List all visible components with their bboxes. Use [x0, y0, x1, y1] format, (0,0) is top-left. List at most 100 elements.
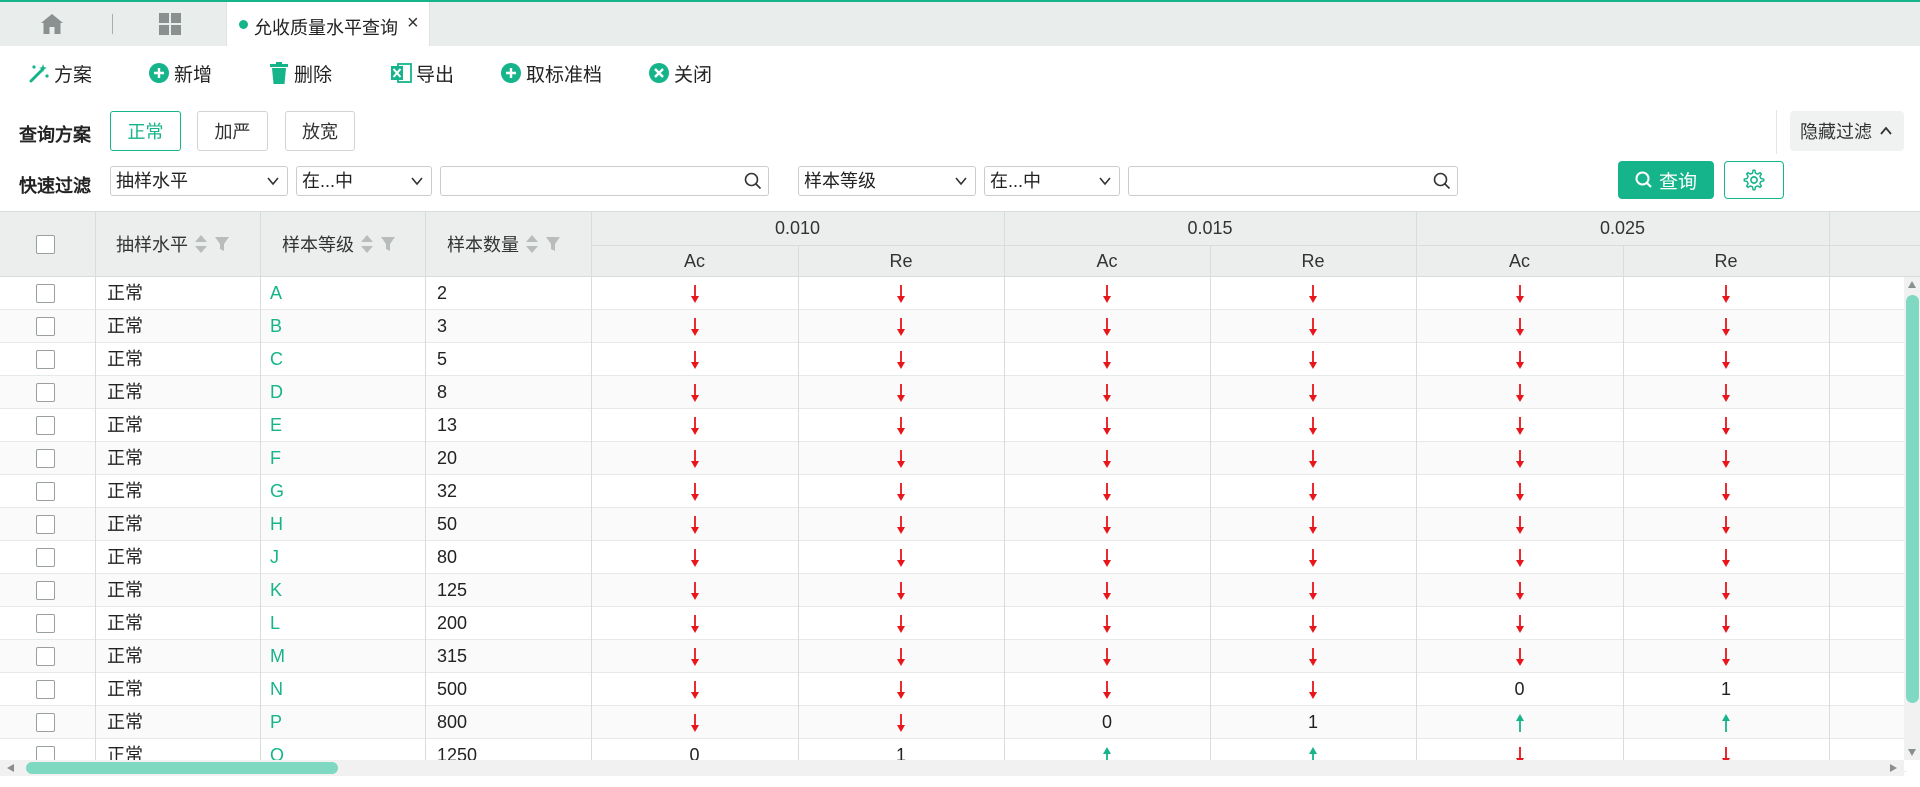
col-divider [1210, 277, 1211, 787]
settings-button[interactable] [1724, 161, 1784, 199]
header-count[interactable]: 样本数量 [427, 212, 591, 276]
row-checkbox[interactable] [36, 548, 55, 567]
export-label: 导出 [416, 64, 455, 86]
table-row[interactable]: 正常 G 32 [0, 475, 1906, 508]
filter-funnel-icon[interactable] [545, 235, 561, 253]
export-button[interactable]: 导出 [390, 60, 454, 86]
arrow-down-icon [1722, 483, 1730, 501]
filter2-operator-select[interactable]: 在...中 [984, 166, 1120, 196]
scheme-button[interactable]: 方案 [28, 60, 92, 86]
query-button[interactable]: 查询 [1618, 161, 1714, 199]
row-checkbox[interactable] [36, 713, 55, 732]
mode-tightened-button[interactable]: 加严 [197, 111, 268, 151]
vertical-scroll-thumb[interactable] [1906, 295, 1919, 703]
table-row[interactable]: 正常 M 315 [0, 640, 1906, 673]
filter1-field-select[interactable]: 抽样水平 [110, 166, 288, 196]
mode-reduced-button[interactable]: 放宽 [285, 111, 355, 151]
cancel-standard-button[interactable]: 取标准档 [500, 60, 602, 86]
select-all-checkbox[interactable] [36, 235, 55, 254]
sort-icon[interactable] [360, 233, 374, 255]
row-checkbox[interactable] [36, 284, 55, 303]
table-row[interactable]: 正常 A 2 [0, 277, 1906, 310]
arrow-down-icon [1515, 384, 1524, 402]
filter-funnel-icon[interactable] [380, 235, 396, 253]
horizontal-scrollbar[interactable] [0, 760, 1904, 776]
table-row[interactable]: 正常 B 3 [0, 310, 1906, 343]
filter2-value-input[interactable] [1128, 166, 1458, 196]
scroll-left-icon[interactable] [6, 763, 16, 773]
tab-aql-query[interactable]: 允收质量水平查询 × [226, 2, 430, 47]
arrow-down-icon [1103, 285, 1111, 303]
close-button[interactable]: 关闭 [648, 60, 712, 86]
cell-level: 正常 [107, 283, 143, 303]
search-icon[interactable] [744, 172, 762, 190]
scroll-right-icon[interactable] [1888, 763, 1898, 773]
arrow-down-icon [690, 351, 699, 369]
header-group-0015: 0.015 [1187, 218, 1233, 238]
header-level[interactable]: 抽样水平 [96, 212, 260, 276]
arrow-down-icon [1103, 516, 1111, 534]
scheme-label: 方案 [54, 64, 93, 86]
tab-separator [112, 14, 113, 34]
delete-button[interactable]: 删除 [268, 60, 332, 86]
sort-icon[interactable] [194, 233, 208, 255]
scroll-up-icon[interactable] [1907, 280, 1917, 290]
row-checkbox[interactable] [36, 317, 55, 336]
row-checkbox[interactable] [36, 383, 55, 402]
filter1-operator-select[interactable]: 在...中 [296, 166, 432, 196]
arrow-down-icon [1722, 450, 1730, 468]
filter1-field-value: 抽样水平 [116, 171, 188, 191]
home-icon[interactable] [40, 13, 64, 35]
table-row[interactable]: 正常 C 5 [0, 343, 1906, 376]
table-row[interactable]: 正常 H 50 [0, 508, 1906, 541]
excel-icon [391, 63, 412, 83]
hide-filter-button[interactable]: 隐藏过滤 [1790, 111, 1904, 151]
table-row[interactable]: 正常 J 80 [0, 541, 1906, 574]
arrow-down-icon [1309, 483, 1317, 501]
header-grade[interactable]: 样本等级 [262, 212, 426, 276]
row-checkbox[interactable] [36, 416, 55, 435]
filter1-value-input[interactable] [440, 166, 769, 196]
header-re: Re [1714, 250, 1738, 271]
vertical-scrollbar[interactable] [1904, 277, 1920, 760]
filter2-field-select[interactable]: 样本等级 [798, 166, 976, 196]
row-checkbox[interactable] [36, 515, 55, 534]
close-label: 关闭 [674, 64, 713, 86]
cell-grade: K [270, 580, 283, 600]
horizontal-scroll-thumb[interactable] [26, 762, 338, 774]
arrow-down-icon [1103, 450, 1111, 468]
row-checkbox[interactable] [36, 581, 55, 600]
apps-grid-icon[interactable] [158, 13, 182, 35]
table-row[interactable]: 正常 D 8 [0, 376, 1906, 409]
col-divider [95, 277, 96, 787]
table-row[interactable]: 正常 N 500 0 1 [0, 673, 1906, 706]
header-group-0025: 0.025 [1599, 218, 1646, 238]
filter-funnel-icon[interactable] [214, 235, 230, 253]
table-row[interactable]: 正常 P 800 0 1 [0, 706, 1906, 739]
add-button[interactable]: 新增 [148, 60, 212, 86]
chevron-down-icon [267, 177, 279, 186]
row-checkbox[interactable] [36, 350, 55, 369]
table-row[interactable]: 正常 E 13 [0, 409, 1906, 442]
row-checkbox[interactable] [36, 680, 55, 699]
table-row[interactable]: 正常 L 200 [0, 607, 1906, 640]
row-checkbox[interactable] [36, 647, 55, 666]
row-checkbox[interactable] [36, 614, 55, 633]
cell-level: 正常 [107, 415, 143, 435]
arrow-down-icon [1309, 516, 1317, 534]
sort-icon[interactable] [525, 233, 539, 255]
arrow-down-icon [1722, 516, 1730, 534]
search-icon[interactable] [1433, 172, 1451, 190]
header-re: Re [1301, 250, 1325, 271]
row-checkbox[interactable] [36, 482, 55, 501]
scroll-down-icon[interactable] [1907, 747, 1917, 757]
arrow-down-icon [1722, 417, 1730, 435]
mode-normal-button[interactable]: 正常 [110, 111, 181, 151]
col-divider [1623, 245, 1624, 278]
table-row[interactable]: 正常 K 125 [0, 574, 1906, 607]
arrow-down-icon [1309, 351, 1317, 369]
arrow-down-icon [1515, 516, 1524, 534]
row-checkbox[interactable] [36, 449, 55, 468]
table-row[interactable]: 正常 F 20 [0, 442, 1906, 475]
close-icon[interactable]: × [407, 12, 419, 35]
